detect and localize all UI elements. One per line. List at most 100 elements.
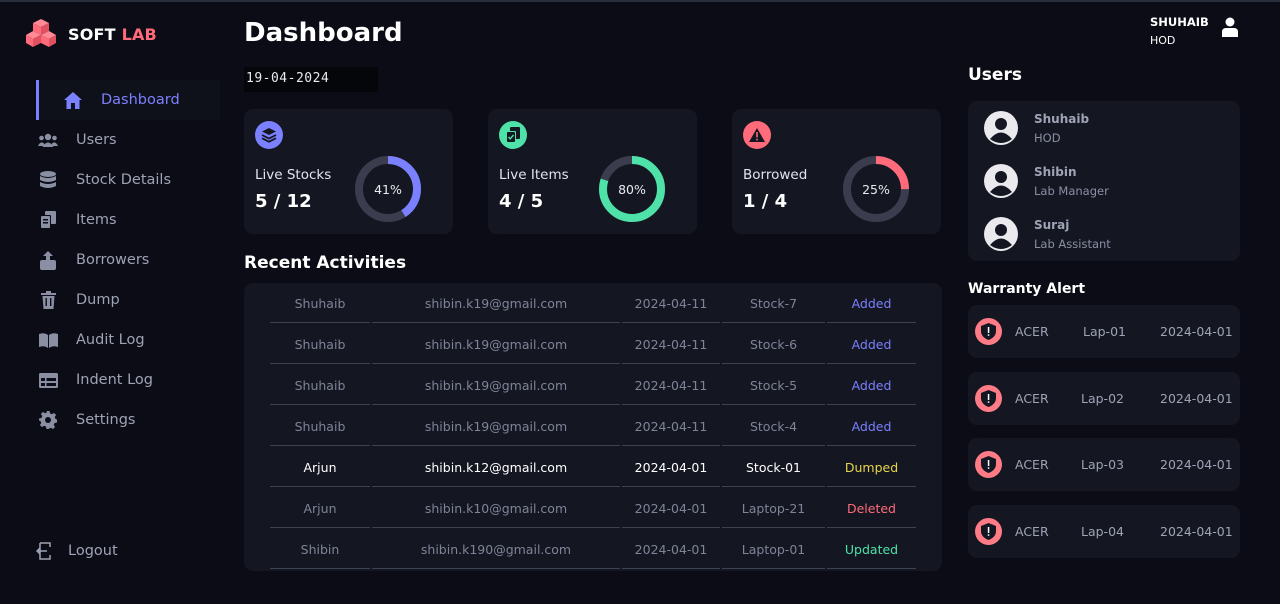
- sidebar-item-label: Users: [76, 132, 117, 148]
- progress-percent: 41%: [374, 181, 402, 197]
- date-field[interactable]: 19-04-2024: [244, 67, 378, 92]
- cell-item: Stock-4: [721, 406, 826, 446]
- sidebar-item-label: Stock Details: [76, 172, 172, 188]
- cell-name: Arjun: [269, 488, 371, 528]
- sidebar: SOFT LAB Dashboard Users Stock Details I…: [0, 0, 230, 604]
- cell-date: 2024-04-11: [621, 365, 721, 405]
- layers-icon: [255, 121, 283, 149]
- warranty-date: 2024-04-01: [1160, 324, 1233, 339]
- recent-activities-title: Recent Activities: [244, 253, 407, 273]
- cell-date: 2024-04-01: [621, 488, 721, 528]
- warranty-alert-item[interactable]: ACER Lap-03 2024-04-01: [968, 438, 1240, 491]
- gear-icon: [38, 410, 58, 430]
- cell-name: Shibin: [269, 529, 371, 569]
- cell-name: Shuhaib: [269, 365, 371, 405]
- warranty-brand: ACER: [1015, 391, 1049, 406]
- status-badge: Updated: [826, 529, 917, 569]
- table-row[interactable]: Shuhaib shibin.k19@gmail.com 2024-04-11 …: [269, 324, 917, 364]
- profile-name: SHUHAIB: [1150, 15, 1209, 29]
- page-title: Dashboard: [244, 18, 403, 48]
- status-badge: Added: [826, 324, 917, 364]
- sidebar-item-label: Dashboard: [101, 92, 180, 108]
- card-live-items: Live Items 4 / 5 80%: [488, 109, 697, 234]
- book-icon: [38, 330, 58, 350]
- user-role: HOD: [1034, 130, 1061, 145]
- sidebar-item-label: Audit Log: [76, 332, 145, 348]
- warranty-date: 2024-04-01: [1160, 457, 1233, 472]
- sidebar-item-dump[interactable]: Dump: [36, 280, 222, 320]
- user-icon[interactable]: [1221, 17, 1239, 37]
- cell-item: Stock-01: [721, 447, 826, 487]
- logout-label: Logout: [68, 543, 118, 559]
- sidebar-item-items[interactable]: Items: [36, 200, 222, 240]
- sidebar-item-settings[interactable]: Settings: [36, 400, 222, 440]
- logout-icon: [36, 542, 51, 560]
- items-icon: [38, 210, 58, 230]
- sidebar-item-audit-log[interactable]: Audit Log: [36, 320, 222, 360]
- cell-item: Laptop-21: [721, 488, 826, 528]
- profile-role: HOD: [1150, 34, 1176, 47]
- sidebar-item-borrowers[interactable]: Borrowers: [36, 240, 222, 280]
- table-row[interactable]: Shuhaib shibin.k19@gmail.com 2024-04-11 …: [269, 365, 917, 405]
- sidebar-item-dashboard[interactable]: Dashboard: [36, 80, 220, 120]
- trash-icon: [38, 290, 58, 310]
- cell-email: shibin.k190@gmail.com: [371, 529, 621, 569]
- sidebar-nav: Dashboard Users Stock Details Items Borr…: [36, 80, 222, 440]
- cell-date: 2024-04-11: [621, 406, 721, 446]
- status-badge: Dumped: [826, 447, 917, 487]
- table-row[interactable]: Arjun shibin.k10@gmail.com 2024-04-01 La…: [269, 488, 917, 528]
- list-item[interactable]: Suraj Lab Assistant: [984, 212, 1111, 256]
- sidebar-item-label: Indent Log: [76, 372, 153, 388]
- card-label: Live Items: [499, 167, 569, 183]
- home-icon: [63, 90, 83, 110]
- cell-date: 2024-04-01: [621, 529, 721, 569]
- users-icon: [38, 130, 58, 150]
- cell-email: shibin.k19@gmail.com: [371, 406, 621, 446]
- warranty-brand: ACER: [1015, 324, 1049, 339]
- borrow-icon: [38, 250, 58, 270]
- card-label: Borrowed: [743, 167, 808, 183]
- sidebar-item-label: Items: [76, 212, 117, 228]
- status-badge: Deleted: [826, 488, 917, 528]
- progress-percent: 80%: [618, 181, 646, 197]
- sidebar-item-stock-details[interactable]: Stock Details: [36, 160, 222, 200]
- users-title: Users: [968, 65, 1022, 85]
- avatar-icon: [984, 217, 1018, 251]
- table-icon: [38, 370, 58, 390]
- user-name: Suraj: [1034, 217, 1070, 232]
- user-role: Lab Manager: [1034, 183, 1109, 198]
- avatar-icon: [984, 164, 1018, 198]
- table-row[interactable]: Shuhaib shibin.k19@gmail.com 2024-04-11 …: [269, 406, 917, 446]
- card-value: 4 / 5: [499, 191, 544, 212]
- status-badge: Added: [826, 406, 917, 446]
- warranty-brand: ACER: [1015, 457, 1049, 472]
- database-icon: [38, 170, 58, 190]
- warranty-alert-item[interactable]: ACER Lap-01 2024-04-01: [968, 305, 1240, 358]
- user-name: Shuhaib: [1034, 111, 1090, 126]
- sidebar-item-label: Settings: [76, 412, 136, 428]
- sidebar-item-indent-log[interactable]: Indent Log: [36, 360, 222, 400]
- warning-icon: [743, 121, 771, 149]
- warranty-brand: ACER: [1015, 524, 1049, 539]
- cell-email: shibin.k19@gmail.com: [371, 283, 621, 323]
- list-item[interactable]: Shibin Lab Manager: [984, 159, 1109, 203]
- list-item[interactable]: Shuhaib HOD: [984, 106, 1089, 150]
- status-badge: Added: [826, 283, 917, 323]
- cell-name: Shuhaib: [269, 406, 371, 446]
- card-live-stocks: Live Stocks 5 / 12 41%: [244, 109, 453, 234]
- warranty-alert-item[interactable]: ACER Lap-04 2024-04-01: [968, 505, 1240, 558]
- shield-alert-icon: [975, 318, 1002, 345]
- warranty-date: 2024-04-01: [1160, 391, 1233, 406]
- profile-menu[interactable]: SHUHAIB HOD: [1150, 15, 1209, 47]
- table-row[interactable]: Arjun shibin.k12@gmail.com 2024-04-01 St…: [269, 447, 917, 487]
- warranty-alert-title: Warranty Alert: [968, 281, 1086, 297]
- app-logo[interactable]: SOFT LAB: [26, 18, 157, 50]
- warranty-alert-item[interactable]: ACER Lap-02 2024-04-01: [968, 372, 1240, 425]
- table-row[interactable]: Shibin shibin.k190@gmail.com 2024-04-01 …: [269, 529, 917, 569]
- recent-activities-table: Shuhaib shibin.k19@gmail.com 2024-04-11 …: [244, 283, 942, 571]
- sidebar-item-users[interactable]: Users: [36, 120, 222, 160]
- cell-date: 2024-04-01: [621, 447, 721, 487]
- logout-button[interactable]: Logout: [36, 542, 118, 560]
- table-row[interactable]: Shuhaib shibin.k19@gmail.com 2024-04-11 …: [269, 283, 917, 323]
- warranty-item: Lap-04: [1081, 524, 1124, 539]
